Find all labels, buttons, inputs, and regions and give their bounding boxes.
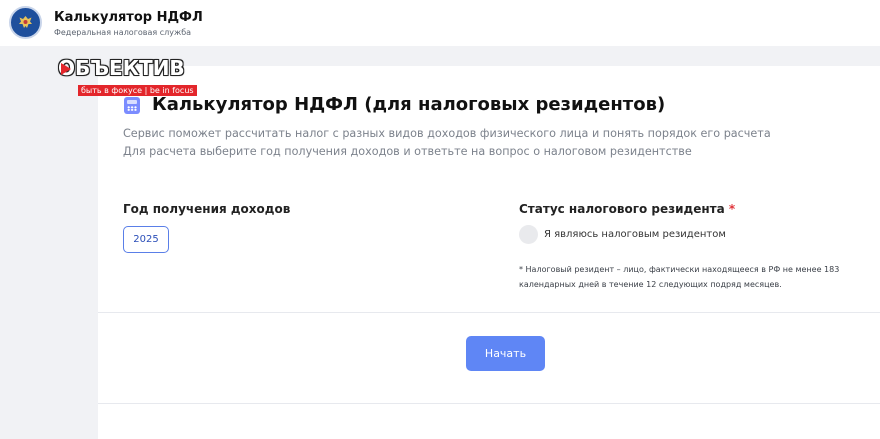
required-mark: * — [728, 202, 736, 216]
description-line-2: Для расчета выберите год получения доход… — [123, 145, 692, 158]
resident-status-label-text: Статус налогового резидента — [519, 202, 725, 216]
year-label: Год получения доходов — [123, 202, 291, 216]
resident-status-label: Статус налогового резидента * — [519, 202, 735, 216]
play-icon — [61, 63, 71, 75]
app-header: Калькулятор НДФЛ Федеральная налоговая с… — [0, 0, 880, 46]
description-line-1: Сервис поможет рассчитать налог с разных… — [123, 127, 771, 140]
section-divider — [98, 312, 880, 313]
resident-note-line-2: календарных дней в течение 12 следующих … — [519, 280, 782, 289]
year-selector[interactable]: 2025 — [123, 226, 169, 253]
watermark-tagline: быть в фокусе | be in focus — [78, 85, 197, 96]
resident-note-line-1: * Налоговый резидент – лицо, фактически … — [519, 265, 840, 274]
app-subtitle: Федеральная налоговая служба — [54, 28, 192, 37]
calculator-icon — [124, 97, 140, 114]
watermark-logo: ОБЪЕКТИВ быть в фокусе | be in focus — [58, 56, 226, 98]
start-button[interactable]: Начать — [466, 336, 545, 371]
resident-radio-label[interactable]: Я являюсь налоговым резидентом — [544, 229, 726, 240]
app-title[interactable]: Калькулятор НДФЛ — [54, 10, 203, 25]
watermark-logo-text: ОБЪЕКТИВ — [58, 56, 185, 80]
resident-radio[interactable] — [519, 225, 538, 244]
page-title: Калькулятор НДФЛ (для налоговых резидент… — [152, 94, 666, 115]
main-card — [98, 66, 880, 439]
section-divider-bottom — [98, 403, 880, 404]
eagle-emblem-icon[interactable] — [9, 6, 42, 39]
